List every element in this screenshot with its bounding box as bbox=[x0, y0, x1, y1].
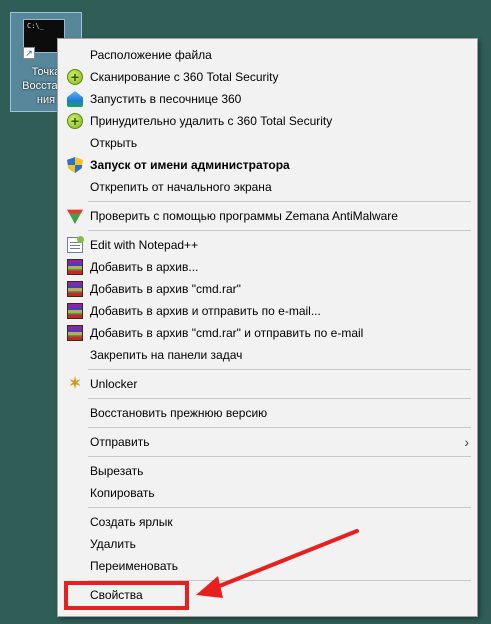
annotation-arrow bbox=[196, 529, 359, 598]
